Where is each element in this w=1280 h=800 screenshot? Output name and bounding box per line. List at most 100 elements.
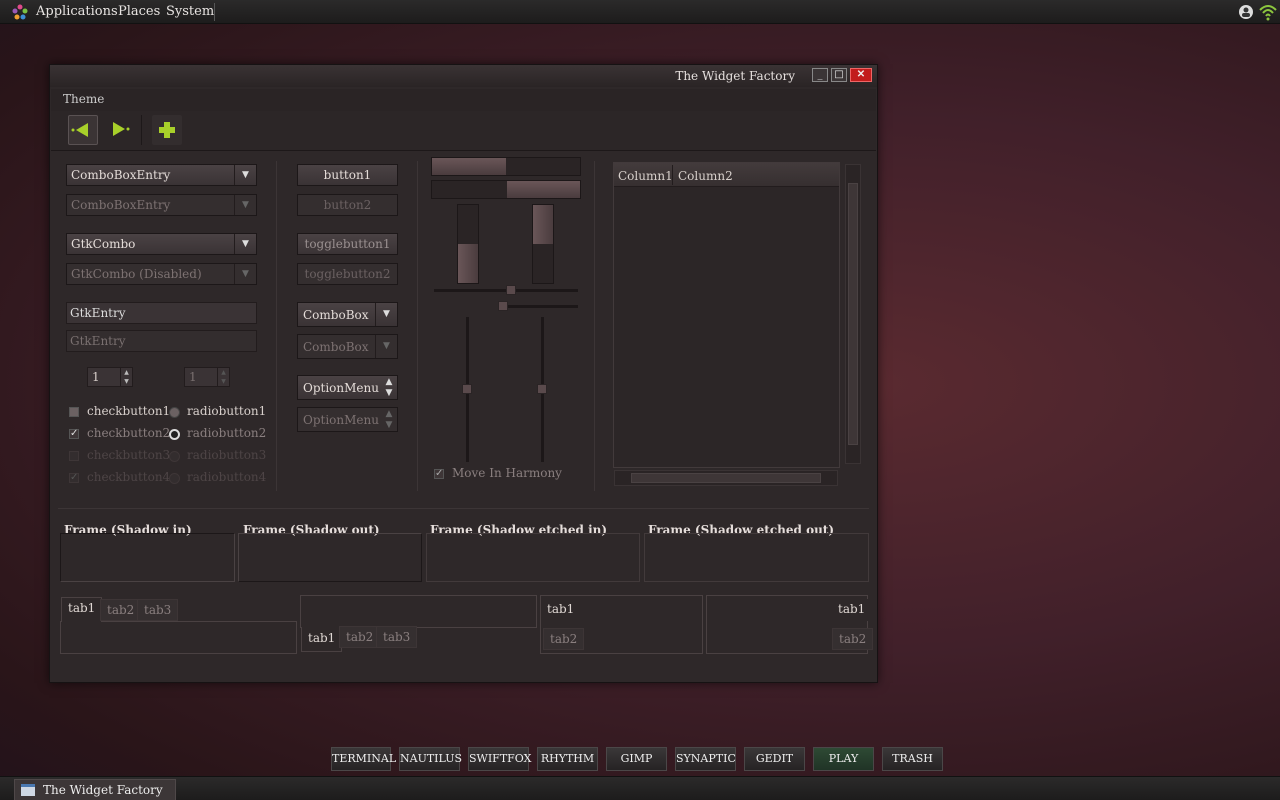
vertical-scrollbar[interactable]	[845, 164, 861, 464]
move-in-harmony-checkbox[interactable]: ✓	[434, 469, 444, 479]
progressbar-vertical-2	[532, 204, 554, 284]
column2-header[interactable]: Column2	[678, 169, 733, 183]
notebook-top-tab1[interactable]: tab1	[61, 597, 103, 622]
togglebutton1[interactable]: togglebutton1	[297, 233, 398, 255]
checkbutton1-label[interactable]: checkbutton1	[87, 404, 170, 418]
plus-icon	[159, 122, 175, 138]
gtkcombo[interactable]: GtkCombo ▼	[66, 233, 257, 255]
notebook-left-tab1[interactable]: tab1	[541, 599, 581, 621]
notebook-top-tab2[interactable]: tab2	[100, 599, 142, 621]
radiobutton2-label[interactable]: radiobutton2	[187, 426, 266, 440]
move-in-harmony-label[interactable]: Move In Harmony	[452, 466, 562, 480]
column-separator	[594, 161, 595, 491]
launcher-gimp[interactable]: GIMP	[606, 747, 667, 771]
combobox-disabled-text: ComboBox	[303, 340, 369, 354]
chevron-down-icon[interactable]: ▼	[375, 303, 397, 326]
combobox[interactable]: ComboBox ▼	[297, 302, 398, 327]
notebook-right-tab2[interactable]: tab2	[832, 628, 874, 650]
treeview[interactable]: Column1 Column2	[613, 162, 840, 468]
updown-icon: ▲ ▼	[385, 409, 393, 430]
launcher-swiftfox[interactable]: SWIFTFOX	[468, 747, 531, 771]
checkmark-icon[interactable]: ✓	[69, 429, 79, 439]
forward-button[interactable]	[104, 115, 134, 145]
applications-logo-icon[interactable]	[12, 4, 28, 20]
minimize-button[interactable]: _	[812, 68, 828, 82]
spin-arrows-icon: ▲ ▼	[217, 368, 229, 386]
launcher-play[interactable]: PLAY	[813, 747, 874, 771]
checkbutton1-box[interactable]	[69, 407, 79, 417]
notebook-bottom-tab3[interactable]: tab3	[376, 626, 418, 648]
menu-applications[interactable]: Applications	[36, 4, 118, 19]
menu-theme[interactable]: Theme	[63, 92, 104, 106]
gtkentry[interactable]: GtkEntry	[66, 302, 257, 324]
radiobutton1-dot[interactable]	[169, 407, 180, 418]
back-arrow-icon	[71, 123, 88, 137]
comboboxentry[interactable]: ComboBoxEntry ▼	[66, 164, 257, 186]
radiobutton3-dot	[169, 451, 180, 462]
chevron-down-icon[interactable]: ▼	[234, 165, 256, 185]
checkbutton4-label: checkbutton4	[87, 470, 171, 484]
menu-system[interactable]: System	[166, 4, 214, 19]
progressbar-vertical-1	[457, 204, 479, 284]
notebook-bottom-tab1[interactable]: tab1	[301, 627, 343, 652]
chevron-down-icon[interactable]: ▼	[234, 234, 256, 254]
notebook-top	[60, 621, 297, 654]
spinbutton[interactable]: 1 ▲ ▼	[87, 367, 133, 387]
column1-header[interactable]: Column1	[618, 169, 673, 183]
column-separator	[276, 161, 277, 491]
menu-places[interactable]: Places	[118, 4, 160, 19]
radiobutton2-dot[interactable]	[169, 429, 180, 440]
radiobutton4-label: radiobutton4	[187, 470, 267, 484]
horizontal-scrollbar-thumb[interactable]	[631, 473, 821, 483]
forward-arrow-icon	[113, 122, 130, 136]
hscale-2[interactable]	[498, 301, 578, 311]
vscale-1-slider[interactable]	[462, 384, 472, 394]
launcher-gedit[interactable]: GEDIT	[744, 747, 805, 771]
checkbutton2-label[interactable]: checkbutton2	[87, 426, 170, 440]
gtkentry-disabled: GtkEntry	[66, 330, 257, 352]
notebook-top-tab3[interactable]: tab3	[137, 599, 179, 621]
spin-arrows-icon[interactable]: ▲ ▼	[120, 368, 132, 386]
launcher-trash[interactable]: TRASH	[882, 747, 943, 771]
chevron-down-icon: ▼	[234, 264, 256, 284]
window-title: The Widget Factory	[675, 69, 795, 83]
wifi-icon[interactable]	[1258, 2, 1278, 22]
hscale-1[interactable]	[434, 285, 578, 295]
hscale-2-slider[interactable]	[498, 301, 508, 311]
notebook-left-tab2[interactable]: tab2	[543, 628, 585, 650]
hscale-1-slider[interactable]	[506, 285, 516, 295]
close-button[interactable]: ✕	[850, 68, 872, 82]
notebook-bottom-tab2[interactable]: tab2	[339, 626, 381, 648]
maximize-button[interactable]: □	[831, 68, 847, 82]
vscale-2[interactable]	[537, 317, 547, 462]
comboboxentry-disabled-text: ComboBoxEntry	[71, 198, 171, 212]
vscale-2-slider[interactable]	[537, 384, 547, 394]
radiobutton1-label[interactable]: radiobutton1	[187, 404, 266, 418]
launcher-terminal[interactable]: TERMINAL	[331, 747, 396, 771]
vertical-scrollbar-thumb[interactable]	[848, 183, 858, 445]
vscale-1[interactable]	[462, 317, 472, 462]
menubar: Theme	[51, 89, 876, 111]
back-button[interactable]	[68, 115, 98, 145]
frame-etched-in	[426, 533, 640, 582]
horizontal-scrollbar[interactable]	[614, 470, 838, 486]
button2: button2	[297, 194, 398, 216]
launcher-nautilus[interactable]: NAUTILUS	[399, 747, 462, 771]
add-button[interactable]	[152, 115, 182, 145]
progress-fill	[533, 205, 553, 244]
notebook-right-tab1[interactable]: tab1	[832, 599, 872, 621]
titlebar[interactable]: The Widget Factory _ □ ✕	[50, 65, 877, 87]
launcher-synaptic[interactable]: SYNAPTIC	[675, 747, 736, 771]
updown-icon[interactable]: ▲ ▼	[381, 376, 397, 399]
user-status-icon[interactable]	[1238, 4, 1254, 20]
button1[interactable]: button1	[297, 164, 398, 186]
spinbutton-disabled-value: 1	[189, 370, 197, 384]
launcher-rhythm[interactable]: RHYTHM	[537, 747, 598, 771]
spinbutton-disabled: 1 ▲ ▼	[184, 367, 230, 387]
checkbutton3-box	[69, 451, 79, 461]
optionmenu-disabled-text: OptionMenu	[303, 413, 379, 427]
optionmenu[interactable]: OptionMenu ▲ ▼	[297, 375, 398, 400]
optionmenu-disabled: OptionMenu ▲ ▼	[297, 407, 398, 432]
taskbar-button-widget-factory[interactable]: The Widget Factory	[14, 779, 176, 800]
comboboxentry-text: ComboBoxEntry	[71, 168, 171, 182]
